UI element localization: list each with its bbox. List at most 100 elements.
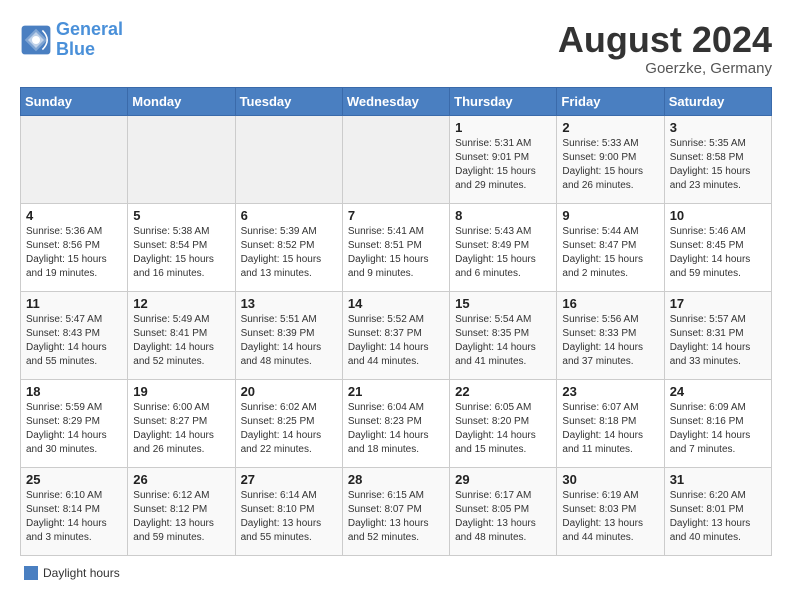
day-info: Sunrise: 5:59 AMSunset: 8:29 PMDaylight:… xyxy=(26,401,122,457)
calendar-cell: 30Sunrise: 6:19 AMSunset: 8:03 PMDayligh… xyxy=(557,467,664,555)
day-info: Sunrise: 5:57 AMSunset: 8:31 PMDaylight:… xyxy=(670,313,766,369)
calendar-cell: 12 Sunrise: 5:49 AMSunset: 8:41 PMDayligh… xyxy=(128,291,235,379)
day-number: 20 xyxy=(241,384,337,399)
day-number: 25 xyxy=(26,472,122,487)
calendar-cell: 3Sunrise: 5:35 AMSunset: 8:58 PMDaylight… xyxy=(664,115,771,203)
calendar-cell: 6Sunrise: 5:39 AMSunset: 8:52 PMDaylight… xyxy=(235,203,342,291)
day-number: 18 xyxy=(26,384,122,399)
calendar-cell: 31Sunrise: 6:20 AMSunset: 8:01 PMDayligh… xyxy=(664,467,771,555)
calendar-cell: 20 Sunrise: 6:02 AMSunset: 8:25 PMDayligh… xyxy=(235,379,342,467)
month-title: August 2024 xyxy=(558,20,772,60)
day-number: 12 xyxy=(133,296,229,311)
col-sunday: Sunday xyxy=(21,87,128,115)
calendar-cell: 21 Sunrise: 6:04 AMSunset: 8:23 PMDayligh… xyxy=(342,379,449,467)
title-block: August 2024 Goerzke, Germany xyxy=(558,20,772,77)
day-info: Sunrise: 6:04 AMSunset: 8:23 PMDaylight:… xyxy=(348,401,444,457)
calendar-cell xyxy=(342,115,449,203)
logo: General Blue xyxy=(20,20,123,60)
logo-icon xyxy=(20,24,52,56)
calendar-cell: 4Sunrise: 5:36 AMSunset: 8:56 PMDaylight… xyxy=(21,203,128,291)
day-info: Sunrise: 6:05 AMSunset: 8:20 PMDaylight:… xyxy=(455,401,551,457)
col-friday: Friday xyxy=(557,87,664,115)
calendar-cell xyxy=(235,115,342,203)
calendar-cell: 11 Sunrise: 5:47 AMSunset: 8:43 PMDayligh… xyxy=(21,291,128,379)
day-info: Sunrise: 5:47 AMSunset: 8:43 PMDaylight:… xyxy=(26,313,122,369)
calendar-cell: 9 Sunrise: 5:44 AMSunset: 8:47 PMDaylight… xyxy=(557,203,664,291)
calendar-cell: 26 Sunrise: 6:12 AMSunset: 8:12 PMDayligh… xyxy=(128,467,235,555)
calendar-cell: 14Sunrise: 5:52 AMSunset: 8:37 PMDayligh… xyxy=(342,291,449,379)
day-info: Sunrise: 6:17 AMSunset: 8:05 PMDaylight:… xyxy=(455,489,551,545)
calendar-week-2: 11 Sunrise: 5:47 AMSunset: 8:43 PMDayligh… xyxy=(21,291,772,379)
day-info: Sunrise: 6:00 AMSunset: 8:27 PMDaylight:… xyxy=(133,401,229,457)
calendar-cell: 23 Sunrise: 6:07 AMSunset: 8:18 PMDayligh… xyxy=(557,379,664,467)
col-thursday: Thursday xyxy=(450,87,557,115)
calendar-cell: 22Sunrise: 6:05 AMSunset: 8:20 PMDayligh… xyxy=(450,379,557,467)
day-info: Sunrise: 6:15 AMSunset: 8:07 PMDaylight:… xyxy=(348,489,444,545)
calendar-body: 1Sunrise: 5:31 AMSunset: 9:01 PMDaylight… xyxy=(21,115,772,555)
day-number: 3 xyxy=(670,120,766,135)
day-info: Sunrise: 5:52 AMSunset: 8:37 PMDaylight:… xyxy=(348,313,444,369)
day-info: Sunrise: 6:20 AMSunset: 8:01 PMDaylight:… xyxy=(670,489,766,545)
day-info: Sunrise: 5:49 AMSunset: 8:41 PMDaylight:… xyxy=(133,313,229,369)
calendar-week-1: 4Sunrise: 5:36 AMSunset: 8:56 PMDaylight… xyxy=(21,203,772,291)
day-number: 24 xyxy=(670,384,766,399)
calendar-cell: 5 Sunrise: 5:38 AMSunset: 8:54 PMDaylight… xyxy=(128,203,235,291)
day-number: 9 xyxy=(562,208,658,223)
day-number: 16 xyxy=(562,296,658,311)
calendar-cell: 19Sunrise: 6:00 AMSunset: 8:27 PMDayligh… xyxy=(128,379,235,467)
calendar-cell: 18 Sunrise: 5:59 AMSunset: 8:29 PMDayligh… xyxy=(21,379,128,467)
day-number: 30 xyxy=(562,472,658,487)
day-number: 5 xyxy=(133,208,229,223)
day-info: Sunrise: 5:56 AMSunset: 8:33 PMDaylight:… xyxy=(562,313,658,369)
logo-text: General Blue xyxy=(56,20,123,60)
calendar-cell: 28 Sunrise: 6:15 AMSunset: 8:07 PMDayligh… xyxy=(342,467,449,555)
day-info: Sunrise: 5:41 AMSunset: 8:51 PMDaylight:… xyxy=(348,225,444,281)
calendar-cell: 15Sunrise: 5:54 AMSunset: 8:35 PMDayligh… xyxy=(450,291,557,379)
day-info: Sunrise: 5:33 AMSunset: 9:00 PMDaylight:… xyxy=(562,137,658,193)
day-info: Sunrise: 6:09 AMSunset: 8:16 PMDaylight:… xyxy=(670,401,766,457)
calendar-cell: 13Sunrise: 5:51 AMSunset: 8:39 PMDayligh… xyxy=(235,291,342,379)
header-row: Sunday Monday Tuesday Wednesday Thursday… xyxy=(21,87,772,115)
col-saturday: Saturday xyxy=(664,87,771,115)
logo-line2: Blue xyxy=(56,39,95,59)
day-info: Sunrise: 5:44 AMSunset: 8:47 PMDaylight:… xyxy=(562,225,658,281)
calendar-cell: 17 Sunrise: 5:57 AMSunset: 8:31 PMDayligh… xyxy=(664,291,771,379)
day-info: Sunrise: 5:38 AMSunset: 8:54 PMDaylight:… xyxy=(133,225,229,281)
day-number: 17 xyxy=(670,296,766,311)
day-info: Sunrise: 6:07 AMSunset: 8:18 PMDaylight:… xyxy=(562,401,658,457)
day-info: Sunrise: 6:02 AMSunset: 8:25 PMDaylight:… xyxy=(241,401,337,457)
calendar-week-4: 25 Sunrise: 6:10 AMSunset: 8:14 PMDayligh… xyxy=(21,467,772,555)
calendar-cell: 7 Sunrise: 5:41 AMSunset: 8:51 PMDaylight… xyxy=(342,203,449,291)
calendar-cell: 8Sunrise: 5:43 AMSunset: 8:49 PMDaylight… xyxy=(450,203,557,291)
calendar-week-3: 18 Sunrise: 5:59 AMSunset: 8:29 PMDayligh… xyxy=(21,379,772,467)
day-info: Sunrise: 5:36 AMSunset: 8:56 PMDaylight:… xyxy=(26,225,122,281)
day-info: Sunrise: 6:10 AMSunset: 8:14 PMDaylight:… xyxy=(26,489,122,545)
calendar-cell: 29Sunrise: 6:17 AMSunset: 8:05 PMDayligh… xyxy=(450,467,557,555)
day-number: 15 xyxy=(455,296,551,311)
legend-item-daylight: Daylight hours xyxy=(24,566,120,580)
day-number: 27 xyxy=(241,472,337,487)
col-monday: Monday xyxy=(128,87,235,115)
legend-color-daylight xyxy=(24,566,38,580)
day-info: Sunrise: 6:12 AMSunset: 8:12 PMDaylight:… xyxy=(133,489,229,545)
calendar-cell xyxy=(21,115,128,203)
logo-line1: General xyxy=(56,19,123,39)
col-wednesday: Wednesday xyxy=(342,87,449,115)
day-info: Sunrise: 6:14 AMSunset: 8:10 PMDaylight:… xyxy=(241,489,337,545)
day-number: 11 xyxy=(26,296,122,311)
legend-label-daylight: Daylight hours xyxy=(43,566,120,580)
day-number: 26 xyxy=(133,472,229,487)
day-number: 21 xyxy=(348,384,444,399)
calendar-cell: 1Sunrise: 5:31 AMSunset: 9:01 PMDaylight… xyxy=(450,115,557,203)
calendar-week-0: 1Sunrise: 5:31 AMSunset: 9:01 PMDaylight… xyxy=(21,115,772,203)
day-number: 28 xyxy=(348,472,444,487)
calendar-cell: 24 Sunrise: 6:09 AMSunset: 8:16 PMDayligh… xyxy=(664,379,771,467)
page-header: General Blue August 2024 Goerzke, German… xyxy=(20,20,772,77)
day-number: 7 xyxy=(348,208,444,223)
day-number: 2 xyxy=(562,120,658,135)
day-number: 23 xyxy=(562,384,658,399)
day-info: Sunrise: 5:31 AMSunset: 9:01 PMDaylight:… xyxy=(455,137,551,193)
calendar-cell: 27 Sunrise: 6:14 AMSunset: 8:10 PMDayligh… xyxy=(235,467,342,555)
calendar-cell: 25 Sunrise: 6:10 AMSunset: 8:14 PMDayligh… xyxy=(21,467,128,555)
day-info: Sunrise: 5:46 AMSunset: 8:45 PMDaylight:… xyxy=(670,225,766,281)
